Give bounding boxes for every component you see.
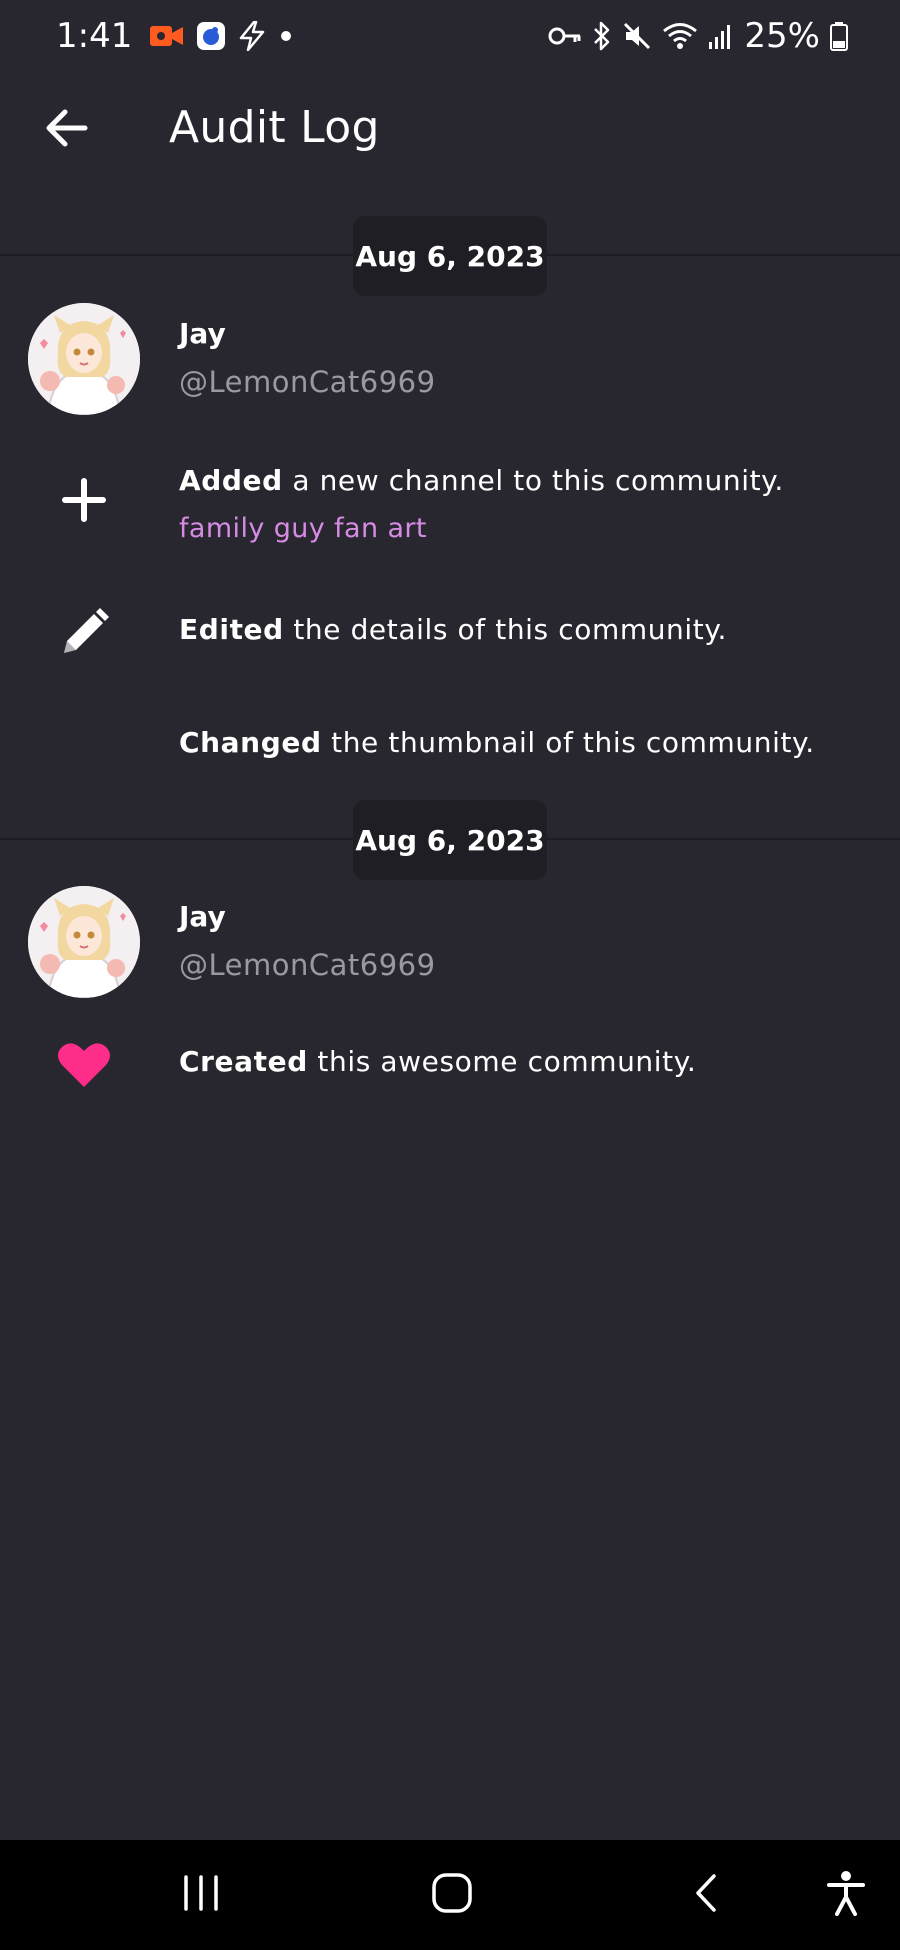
status-bar: 1:41 25% <box>0 0 900 72</box>
bluetooth-icon <box>592 21 612 51</box>
app-bar: Audit Log <box>0 72 900 200</box>
back-icon <box>692 1873 720 1917</box>
audit-entry: Edited the details of this community. <box>0 603 900 663</box>
user-handle: @LemonCat6969 <box>179 365 436 399</box>
entry-description: the details of this community. <box>293 613 728 646</box>
user-row[interactable]: Jay @LemonCat6969 <box>0 886 900 1000</box>
wifi-icon <box>662 21 698 51</box>
recents-icon <box>181 1874 221 1916</box>
entry-action: Created <box>179 1045 308 1078</box>
back-button[interactable] <box>30 94 102 166</box>
app-notification-icon <box>196 21 226 51</box>
audit-entry: Added a new channel to this community. f… <box>0 460 900 560</box>
entry-action: Added <box>179 464 283 497</box>
bolt-icon <box>238 21 266 51</box>
recents-button[interactable] <box>161 1862 241 1928</box>
date-separator: Aug 6, 2023 <box>0 216 900 296</box>
status-bar-right: 25% <box>548 16 848 56</box>
entry-action: Changed <box>179 726 322 759</box>
vpn-key-icon <box>548 25 582 47</box>
channel-link[interactable]: family guy fan art <box>179 513 427 544</box>
battery-icon <box>830 21 848 51</box>
entry-description: the thumbnail of this community. <box>331 726 815 759</box>
entry-text: Edited the details of this community. <box>179 613 727 646</box>
audit-entry: Created this awesome community. <box>0 1035 900 1095</box>
heart-icon <box>54 1035 114 1095</box>
status-bar-left: 1:41 <box>56 16 294 56</box>
date-pill: Aug 6, 2023 <box>353 800 547 880</box>
signal-icon <box>708 22 734 50</box>
accessibility-icon <box>826 1870 866 1920</box>
avatar[interactable] <box>28 303 140 415</box>
date-pill: Aug 6, 2023 <box>353 216 547 296</box>
accessibility-button[interactable] <box>806 1862 886 1928</box>
system-back-button[interactable] <box>666 1862 746 1928</box>
system-nav-bar <box>0 1840 900 1950</box>
entry-text: Created this awesome community. <box>179 1045 696 1078</box>
home-button[interactable] <box>412 1862 492 1928</box>
entry-text: Changed the thumbnail of this community. <box>179 726 815 759</box>
entry-description: a new channel to this community. <box>292 464 784 497</box>
page-title: Audit Log <box>169 102 380 153</box>
mute-icon <box>622 21 652 51</box>
entry-text: Added a new channel to this community. <box>179 464 784 497</box>
video-record-icon <box>150 23 184 49</box>
user-name: Jay <box>179 900 226 933</box>
avatar[interactable] <box>28 886 140 998</box>
date-separator: Aug 6, 2023 <box>0 800 900 880</box>
arrow-left-icon <box>44 108 88 152</box>
user-name: Jay <box>179 317 226 350</box>
entry-description: this awesome community. <box>317 1045 697 1078</box>
status-time: 1:41 <box>56 16 133 56</box>
user-row[interactable]: Jay @LemonCat6969 <box>0 303 900 417</box>
home-icon <box>431 1872 473 1918</box>
pencil-icon <box>54 603 114 663</box>
audit-entry: Changed the thumbnail of this community. <box>0 723 900 773</box>
plus-icon <box>54 470 114 530</box>
user-handle: @LemonCat6969 <box>179 948 436 982</box>
dot-icon <box>278 28 294 44</box>
entry-action: Edited <box>179 613 284 646</box>
battery-percent: 25% <box>744 16 820 56</box>
